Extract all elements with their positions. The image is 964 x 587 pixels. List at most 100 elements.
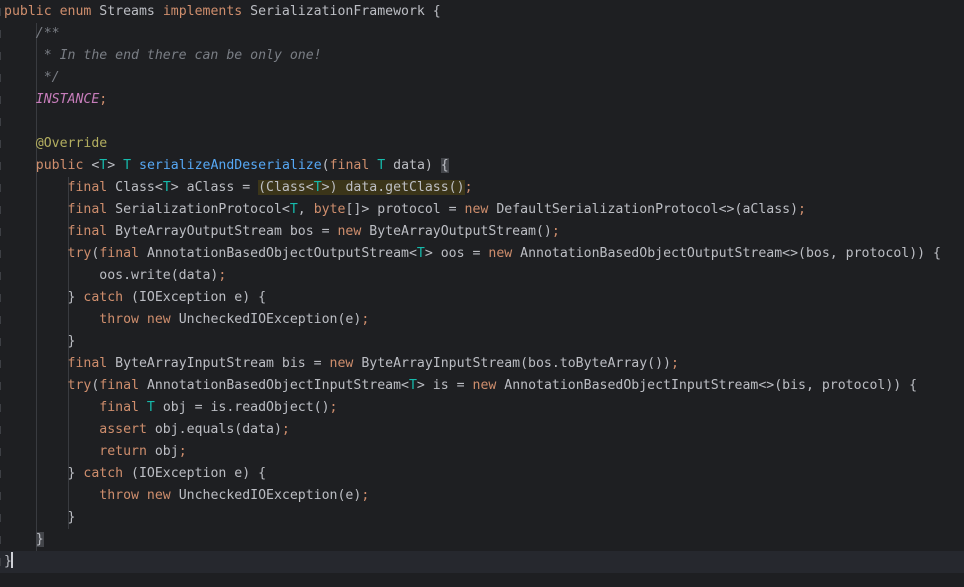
code-token: ; (218, 268, 227, 283)
code-token: , (297, 202, 314, 217)
code-token: throw (99, 312, 147, 327)
code-token: new (488, 246, 521, 261)
code-token: new (146, 488, 179, 503)
code-token: final (329, 158, 378, 173)
code-token: public (4, 4, 60, 19)
code-token: > aClass = (170, 180, 259, 195)
code-token: * In the end there can be only one! (35, 48, 322, 63)
code-token: final (99, 378, 147, 393)
fold-marker-icon[interactable] (0, 118, 4, 126)
code-token: ; (551, 224, 560, 239)
code-token: new (472, 378, 505, 393)
code-line-text: } (4, 331, 76, 353)
code-token: enum (59, 4, 100, 19)
code-token: SerializationProtocol< (115, 202, 290, 217)
code-line[interactable]: throw new UncheckedIOException(e); (0, 485, 964, 507)
code-line-text: /** (4, 23, 60, 45)
code-token: SerializationFramework { (250, 4, 441, 19)
code-token: ; (361, 488, 370, 503)
code-line[interactable]: INSTANCE; (0, 89, 964, 111)
code-token: final (99, 400, 147, 415)
code-line[interactable]: } (0, 331, 964, 353)
code-line[interactable]: try(final AnnotationBasedObjectInputStre… (0, 375, 964, 397)
code-line-text: INSTANCE; (4, 89, 107, 111)
code-line[interactable] (0, 111, 964, 133)
code-token: } (35, 532, 44, 547)
code-line-text: */ (4, 67, 60, 89)
code-line-text: assert obj.equals(data); (4, 419, 290, 441)
code-token: } (4, 290, 84, 305)
code-token: obj.equals(data) (154, 422, 282, 437)
code-line[interactable]: public <T> T serializeAndDeserialize(fin… (0, 155, 964, 177)
code-line[interactable]: final Class<T> aClass = (Class<T>) data.… (0, 177, 964, 199)
code-line[interactable]: } (0, 551, 964, 573)
code-line-text: } (4, 507, 76, 529)
code-line[interactable]: } catch (IOException e) { (0, 463, 964, 485)
code-token: final (67, 202, 116, 217)
code-token: assert (99, 422, 155, 437)
code-token: } (4, 466, 84, 481)
text-caret (10, 552, 13, 568)
code-token: ; (670, 356, 679, 371)
code-line-text: } catch (IOException e) { (4, 463, 267, 485)
code-token: []> protocol = (345, 202, 465, 217)
code-line[interactable]: final ByteArrayOutputStream bos = new By… (0, 221, 964, 243)
code-line-text: final ByteArrayOutputStream bos = new By… (4, 221, 560, 243)
code-line[interactable]: final ByteArrayInputStream bis = new Byt… (0, 353, 964, 375)
code-token: try (67, 378, 92, 393)
code-line-text: final ByteArrayInputStream bis = new Byt… (4, 353, 679, 375)
code-line-text: oos.write(data); (4, 265, 226, 287)
code-line-text: try(final AnnotationBasedObjectInputStre… (4, 375, 918, 397)
code-line[interactable]: } (0, 507, 964, 529)
code-line[interactable]: throw new UncheckedIOException(e); (0, 309, 964, 331)
code-token: ByteArrayOutputStream bos = (115, 224, 338, 239)
code-token: AnnotationBasedObjectInputStream<>(bis, … (504, 378, 918, 393)
code-token: T (416, 246, 425, 261)
code-line[interactable]: * In the end there can be only one! (0, 45, 964, 67)
code-token: obj = is.readObject() (162, 400, 330, 415)
code-line-text: } (4, 529, 44, 551)
code-token: AnnotationBasedObjectOutputStream<>(bos,… (520, 246, 941, 261)
code-line[interactable]: try(final AnnotationBasedObjectOutputStr… (0, 243, 964, 265)
code-token: final (99, 246, 147, 261)
code-line-text: @Override (4, 133, 107, 155)
code-line[interactable]: public enum Streams implements Serializa… (0, 1, 964, 23)
code-token: T (313, 180, 322, 195)
code-line[interactable]: /** (0, 23, 964, 45)
code-line[interactable]: */ (0, 67, 964, 89)
code-token: T (377, 158, 394, 173)
code-line[interactable]: } (0, 529, 964, 551)
code-token: AnnotationBasedObjectOutputStream< (146, 246, 417, 261)
code-token: ; (329, 400, 338, 415)
code-line[interactable]: return obj; (0, 441, 964, 463)
code-line[interactable]: oos.write(data); (0, 265, 964, 287)
code-line[interactable]: @Override (0, 133, 964, 155)
code-token: AnnotationBasedObjectInputStream< (146, 378, 409, 393)
code-token: ; (281, 422, 290, 437)
code-token: ByteArrayInputStream bis = (115, 356, 330, 371)
code-line[interactable]: final SerializationProtocol<T, byte[]> p… (0, 199, 964, 221)
code-token: new (464, 202, 497, 217)
code-token: data) (393, 158, 441, 173)
code-token: > oos = (424, 246, 489, 261)
code-token: ; (178, 444, 187, 459)
code-line[interactable]: final T obj = is.readObject(); (0, 397, 964, 419)
code-line-text: final Class<T> aClass = (Class<T>) data.… (4, 177, 473, 199)
code-token: catch (83, 466, 132, 481)
code-token: return (99, 444, 155, 459)
code-line[interactable]: } catch (IOException e) { (0, 287, 964, 309)
code-editor[interactable]: public enum Streams implements Serializa… (0, 0, 964, 587)
code-line-text: public enum Streams implements Serializa… (4, 1, 441, 23)
code-token: final (67, 224, 116, 239)
code-token: ( (321, 158, 330, 173)
code-line[interactable]: assert obj.equals(data); (0, 419, 964, 441)
